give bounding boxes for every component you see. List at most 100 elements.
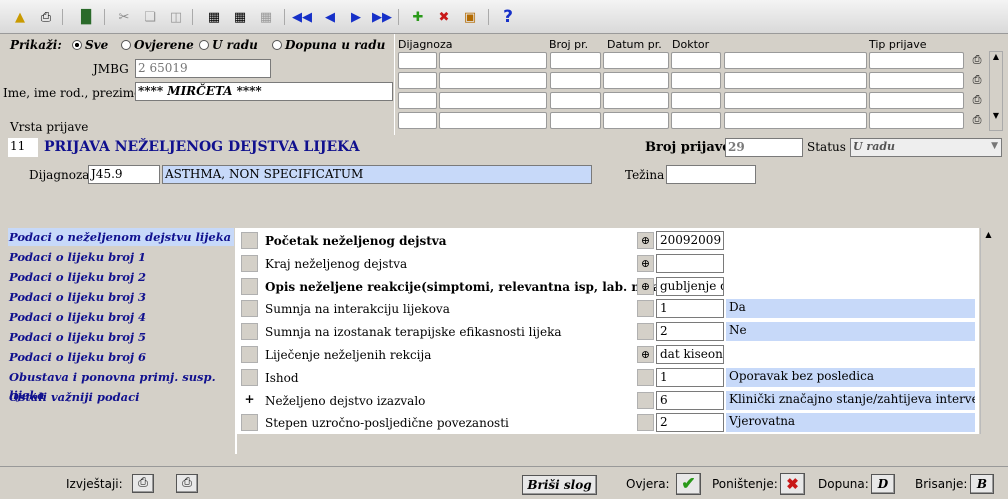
chevron-down-icon[interactable]: ▼ — [991, 141, 998, 151]
row-select-button[interactable] — [241, 346, 258, 363]
filter-dopuna[interactable]: Dopuna u radu — [272, 38, 385, 52]
row-select-button[interactable] — [241, 277, 258, 295]
scroll-down-icon[interactable]: ▼ — [990, 111, 1002, 120]
open-folder-icon[interactable]: ▲ — [10, 7, 30, 27]
add-record-icon[interactable]: ✚ — [408, 7, 428, 27]
grid-cell[interactable] — [398, 92, 437, 109]
row-select-button[interactable] — [241, 323, 258, 341]
paste-icon[interactable]: ◫ — [166, 7, 186, 27]
nav-item[interactable]: Podaci o lijeku broj 6 — [8, 348, 234, 366]
jmbg-field[interactable]: 2 65019 — [135, 59, 271, 78]
nav-item[interactable]: Podaci o lijeku broj 2 — [8, 268, 234, 286]
grid-scrollbar[interactable]: ▲ ▼ — [989, 51, 1003, 131]
nav-item[interactable]: Ostali važniji podaci — [8, 388, 234, 406]
grid-cell[interactable] — [439, 92, 547, 109]
grid-cell[interactable] — [724, 52, 867, 69]
zoom-icon[interactable]: ⊕ — [637, 254, 654, 272]
grid-cell[interactable] — [671, 52, 721, 69]
nav-item[interactable]: Podaci o lijeku broj 1 — [8, 248, 234, 266]
print-icon[interactable]: ⎙ — [968, 73, 986, 87]
field-value[interactable]: 1 — [656, 299, 724, 319]
field-value[interactable]: gubljenje da — [656, 276, 724, 296]
report-print-button[interactable]: ⎙ — [132, 474, 154, 493]
grid-cell[interactable] — [550, 92, 601, 109]
row-select-button[interactable]: + — [241, 391, 258, 409]
grid-cell[interactable] — [550, 72, 601, 89]
grid-cell[interactable] — [398, 72, 437, 89]
field-value[interactable] — [656, 253, 724, 273]
dijagnoza-name[interactable]: ASTHMA, NON SPECIFICATUM — [162, 165, 592, 184]
filter-u-radu[interactable]: U radu — [199, 38, 258, 52]
grid-cell[interactable] — [724, 72, 867, 89]
grid-cell[interactable] — [671, 72, 721, 89]
field-value[interactable]: 6 — [656, 390, 724, 410]
form-scrollbar[interactable]: ▲ — [980, 228, 996, 434]
lookup-button[interactable] — [637, 391, 654, 409]
status-select[interactable]: U radu ▼ — [850, 138, 1002, 157]
filter-ovjerene[interactable]: Ovjerene — [121, 38, 194, 52]
radio-icon[interactable] — [121, 40, 131, 50]
row-select-button[interactable] — [241, 232, 258, 249]
broj-prijave-field[interactable]: 29 — [725, 138, 803, 157]
ovjera-button[interactable]: ✔ — [676, 473, 701, 495]
field-value[interactable]: 20092009 — [656, 231, 724, 250]
lookup-button[interactable] — [637, 368, 654, 386]
scroll-up-icon[interactable]: ▲ — [990, 52, 1002, 61]
grid-cell[interactable] — [550, 52, 601, 69]
filter-sve[interactable]: Sve — [72, 38, 108, 52]
print-icon[interactable]: ⎙ — [968, 113, 986, 127]
help-icon[interactable]: ? — [498, 7, 518, 27]
zoom-icon[interactable]: ⊕ — [637, 277, 654, 295]
grid-cell[interactable] — [603, 52, 669, 69]
first-record-icon[interactable]: ◀◀ — [292, 7, 312, 27]
nav-item[interactable]: Podaci o neželjenom dejstvu lijeka — [8, 228, 234, 246]
cut-icon[interactable]: ✂ — [114, 7, 134, 27]
grid-cell[interactable] — [550, 112, 601, 129]
row-select-button[interactable] — [241, 300, 258, 318]
grid-cell[interactable] — [603, 112, 669, 129]
print-icon[interactable]: ⎙ — [968, 93, 986, 107]
nav-item[interactable]: Podaci o lijeku broj 3 — [8, 288, 234, 306]
calc-question-icon[interactable]: ▦ — [230, 7, 250, 27]
delete-record-icon[interactable]: ✖ — [434, 7, 454, 27]
lock-icon[interactable]: ▣ — [460, 7, 480, 27]
grid-cell[interactable] — [724, 112, 867, 129]
nav-item[interactable]: Podaci o lijeku broj 5 — [8, 328, 234, 346]
grid-cell[interactable] — [869, 72, 964, 89]
grid-cell[interactable] — [439, 52, 547, 69]
radio-icon[interactable] — [199, 40, 209, 50]
calc-icon[interactable]: ▦ — [204, 7, 224, 27]
grid-cell[interactable] — [869, 92, 964, 109]
grid-cell[interactable] — [869, 52, 964, 69]
grid-cell[interactable] — [398, 112, 437, 129]
lookup-button[interactable] — [637, 414, 654, 432]
ime-field[interactable]: **** MIRČETA **** — [135, 82, 393, 101]
field-value[interactable]: 2 — [656, 322, 724, 342]
grid-cell[interactable] — [869, 112, 964, 129]
brisanje-button[interactable]: B — [970, 474, 994, 494]
zoom-icon[interactable]: ⊕ — [637, 232, 654, 249]
last-record-icon[interactable]: ▶▶ — [372, 7, 392, 27]
copy-icon[interactable]: ❏ — [140, 7, 160, 27]
field-value[interactable]: dat kiseonik — [656, 345, 724, 364]
ponistenje-button[interactable]: ✖ — [780, 473, 805, 495]
grid-cell[interactable] — [398, 52, 437, 69]
exit-door-icon[interactable]: █ — [76, 7, 96, 27]
field-value[interactable]: 2 — [656, 413, 724, 433]
prev-record-icon[interactable]: ◀ — [320, 7, 340, 27]
grid-cell[interactable] — [439, 112, 547, 129]
next-record-icon[interactable]: ▶ — [346, 7, 366, 27]
grid-cell[interactable] — [724, 92, 867, 109]
radio-icon[interactable] — [72, 40, 82, 50]
nav-item[interactable]: Podaci o lijeku broj 4 — [8, 308, 234, 326]
lookup-button[interactable] — [637, 323, 654, 341]
nav-item[interactable]: Obustava i ponovna primj. susp. lijeka — [8, 368, 234, 402]
brisi-slog-button[interactable]: Briši slog — [522, 475, 597, 495]
grid-cell[interactable] — [603, 92, 669, 109]
grid-cell[interactable] — [439, 72, 547, 89]
field-value[interactable]: 1 — [656, 367, 724, 387]
grid-cell[interactable] — [671, 92, 721, 109]
scroll-up-icon[interactable]: ▲ — [981, 230, 996, 239]
grid-cell[interactable] — [603, 72, 669, 89]
dopuna-button[interactable]: D — [871, 474, 895, 494]
